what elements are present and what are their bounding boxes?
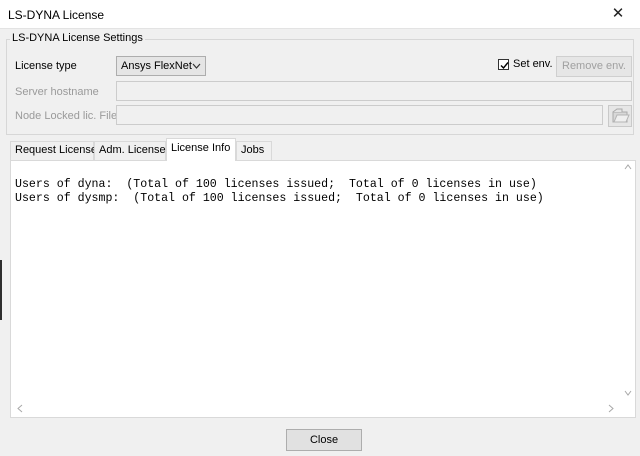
tab-jobs[interactable]: Jobs [236,141,272,160]
tab-adm-license[interactable]: Adm. License [94,141,166,160]
license-type-value: Ansys FlexNet [121,60,192,72]
chevron-down-icon [192,59,201,75]
tab-request-license[interactable]: Request License [10,141,97,160]
license-info-line: Users of dyna: (Total of 100 licenses is… [15,178,537,191]
server-hostname-input[interactable] [116,81,632,101]
license-info-textarea[interactable]: Users of dyna: (Total of 100 licenses is… [11,164,620,401]
scroll-right-icon[interactable] [607,404,615,415]
license-type-label: License type [15,60,77,72]
server-hostname-label: Server hostname [15,86,99,98]
node-locked-file-input[interactable] [116,105,603,125]
set-env-label: Set env. [513,58,553,70]
license-info-line: Users of dysmp: (Total of 100 licenses i… [15,192,544,205]
vertical-scrollbar[interactable] [620,161,635,401]
license-type-combobox[interactable]: Ansys FlexNet [116,56,206,76]
scroll-left-icon[interactable] [16,404,24,415]
background-window-edge [0,260,2,320]
set-env-checkbox[interactable] [498,59,509,70]
horizontal-scrollbar[interactable] [11,401,620,417]
tab-license-info[interactable]: License Info [166,138,236,161]
scroll-down-icon[interactable] [624,389,632,399]
node-locked-label: Node Locked lic. File [15,110,118,122]
license-settings-title: LS-DYNA License Settings [10,32,145,44]
close-button[interactable]: Close [286,429,362,451]
folder-open-icon [609,108,631,129]
window-title: LS-DYNA License [8,8,105,22]
browse-file-button[interactable] [608,105,632,127]
license-info-panel: Users of dyna: (Total of 100 licenses is… [10,160,636,418]
remove-env-button[interactable]: Remove env. [556,56,632,77]
scroll-up-icon[interactable] [624,163,632,173]
window-close-button[interactable]: ✕ [596,0,640,28]
title-bar: LS-DYNA License ✕ [0,0,640,29]
